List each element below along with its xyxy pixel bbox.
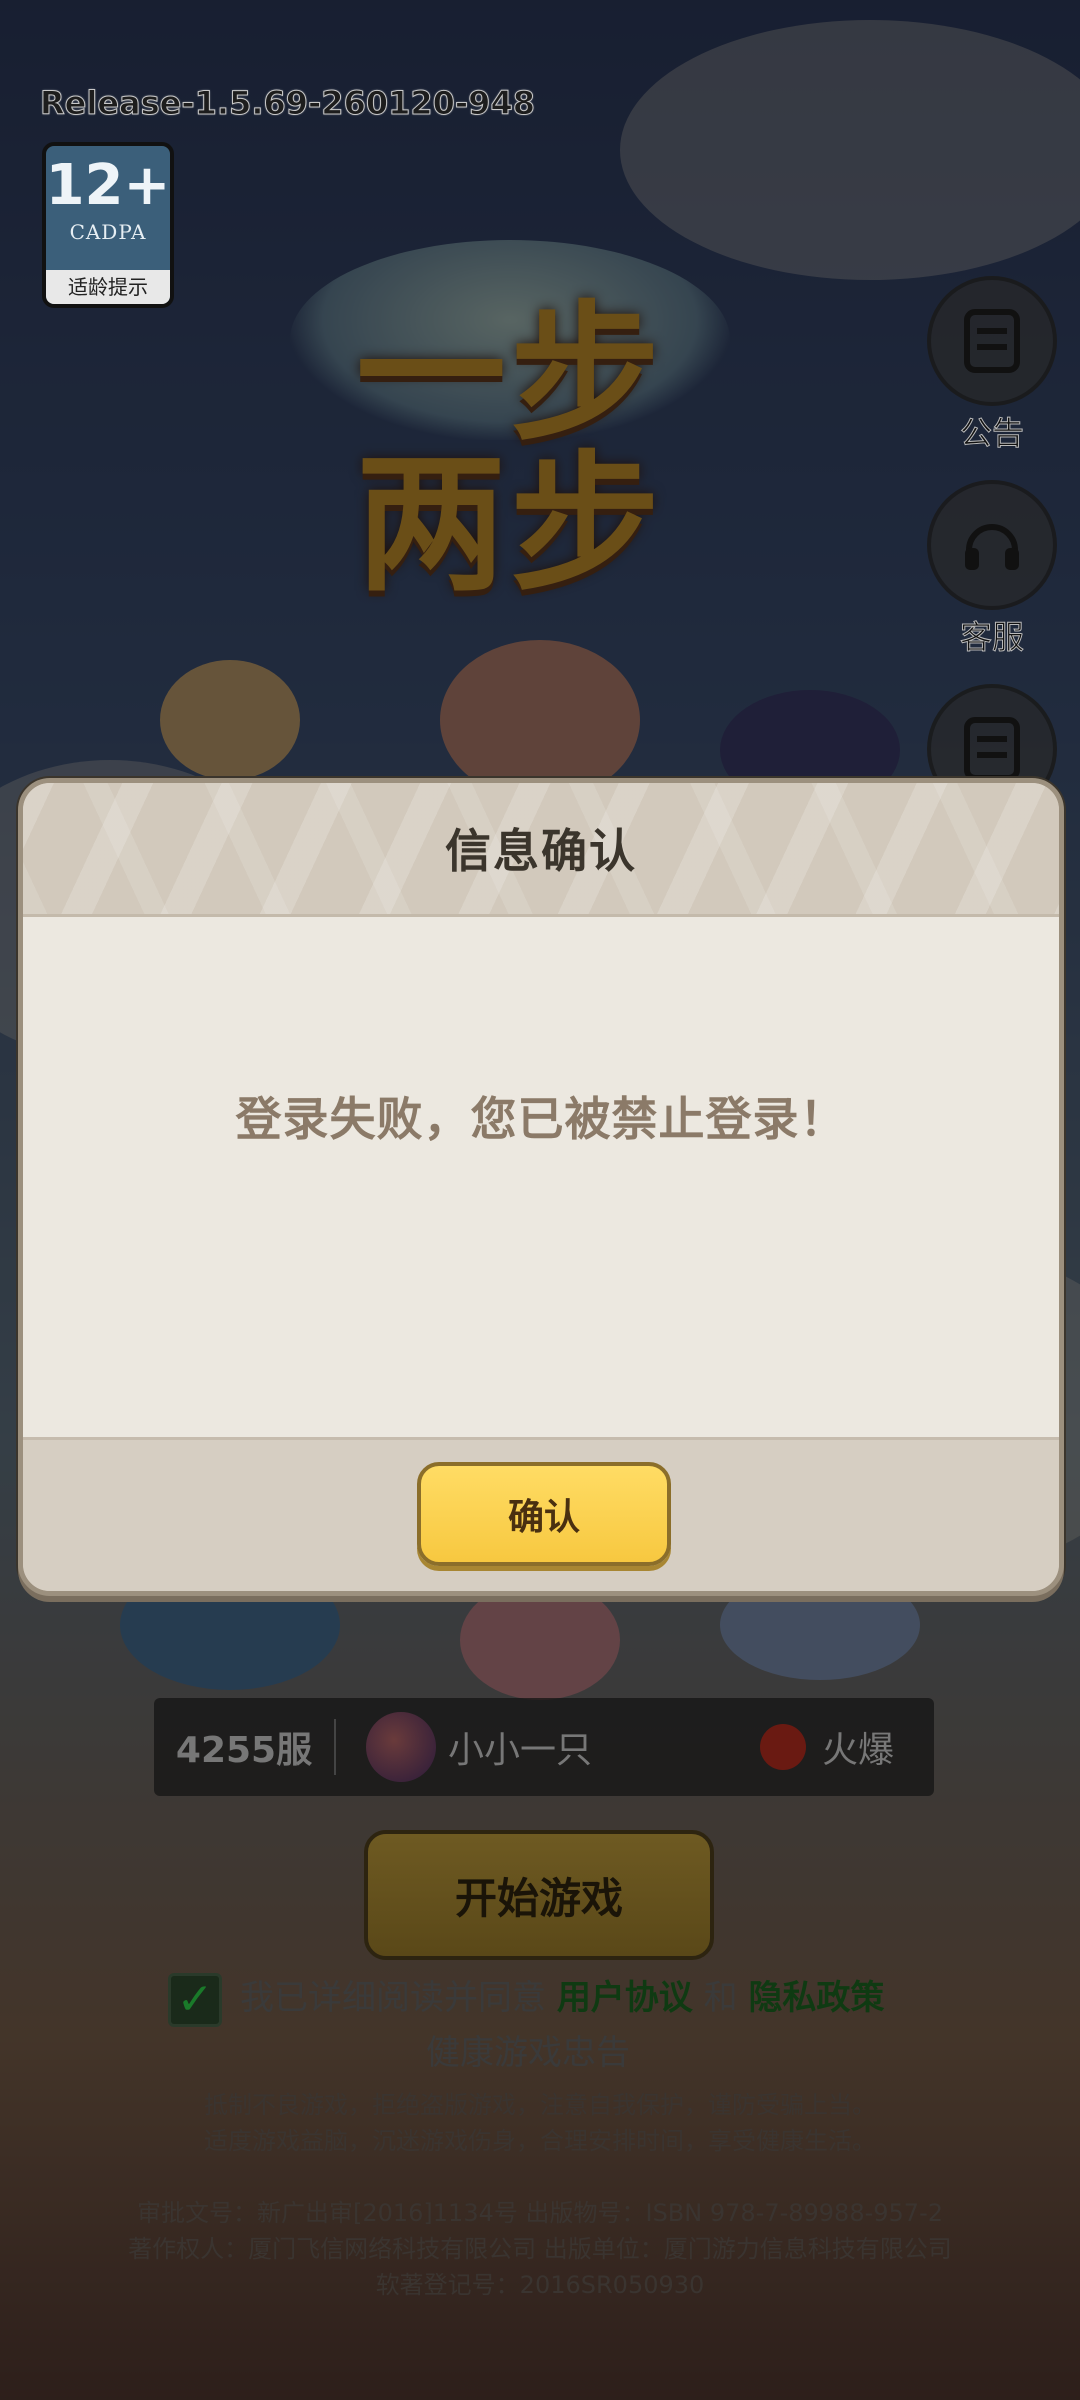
server-status: 火爆 <box>821 1730 894 1771</box>
customer-service-label: 客服 <box>959 618 1024 657</box>
health-notice-line-1: 抵制不良游戏，拒绝盗版游戏，注意自我保护，谨防受骗上当。 <box>204 2091 876 2119</box>
agreement-row: ✓ 我已详细阅读并同意 用户协议 和 隐私政策 健康游戏忠告 <box>168 1972 928 2079</box>
age-rating-tip: 适龄提示 <box>46 270 170 304</box>
age-rating-value: 12+ <box>45 153 171 218</box>
avatar <box>366 1712 436 1782</box>
start-game-button[interactable]: 开始游戏 <box>364 1830 714 1960</box>
server-status-dot <box>759 1724 806 1770</box>
customer-service-button[interactable]: 客服 <box>924 480 1060 658</box>
dialog-footer: 确认 <box>23 1437 1059 1591</box>
dialog-header: 信息确认 <box>23 783 1059 917</box>
player-name: 小小一只 <box>448 1730 593 1771</box>
health-advice-link[interactable]: 健康游戏忠告 <box>128 2027 928 2079</box>
age-rating-org: CADPA <box>69 220 147 244</box>
user-agreement-link[interactable]: 用户协议 <box>557 1978 693 2018</box>
health-notice-line-2: 适度游戏益脑，沉迷游戏伤身，合理安排时间，享受健康生活。 <box>204 2127 876 2155</box>
age-rating-badge[interactable]: 12+ CADPA 适龄提示 <box>42 142 174 308</box>
info-confirm-dialog: 信息确认 登录失败，您已被禁止登录！ 确认 <box>18 778 1064 1596</box>
build-version-label: Release-1.5.69-260120-948 <box>40 84 536 123</box>
publication-line-3: 软著登记号：2016SR050930 <box>375 2271 705 2299</box>
privacy-policy-link[interactable]: 隐私政策 <box>748 1978 884 2018</box>
agreement-prefix: 我已详细阅读并同意 <box>240 1978 546 2018</box>
agree-checkbox[interactable]: ✓ <box>168 1972 222 2027</box>
dialog-message: 登录失败，您已被禁止登录！ <box>235 1092 847 1146</box>
agreement-and: 和 <box>703 1978 738 2018</box>
dialog-body: 登录失败，您已被禁止登录！ <box>23 917 1059 1437</box>
server-label: 4255服 <box>175 1730 313 1771</box>
notice-button[interactable]: 公告 <box>924 276 1060 454</box>
server-selector[interactable]: 4255服 小小一只 火爆 <box>154 1698 934 1796</box>
notice-label: 公告 <box>959 414 1024 453</box>
divider <box>334 1719 336 1775</box>
headset-icon <box>927 480 1057 610</box>
notice-icon <box>927 276 1057 406</box>
confirm-button[interactable]: 确认 <box>417 1462 671 1566</box>
publication-line-2: 著作权人：厦门飞信网络科技有限公司 出版单位：厦门游力信息科技有限公司 <box>128 2235 952 2263</box>
publication-line-1: 审批文号：新广出审[2016]1134号 出版物号：ISBN 978-7-899… <box>136 2199 943 2227</box>
dialog-title: 信息确认 <box>445 824 637 878</box>
